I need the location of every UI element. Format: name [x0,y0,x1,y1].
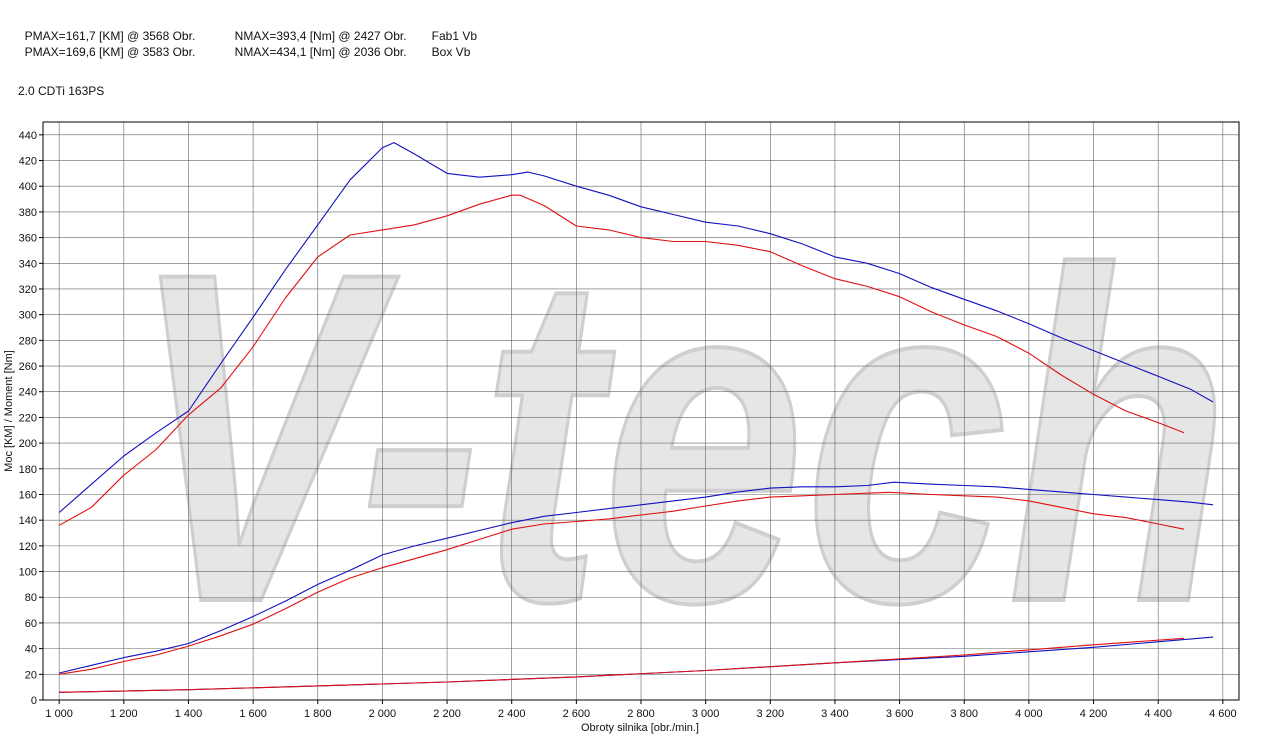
y-tick-label: 360 [19,233,37,245]
y-tick-label: 280 [19,335,37,347]
x-tick-label: 4 600 [1209,708,1237,720]
x-tick-label: 3 800 [950,708,978,720]
x-axis-label: Obroty silnika [obr./min.] [581,722,699,734]
y-tick-label: 200 [19,438,37,450]
y-tick-label: 140 [19,515,37,527]
x-tick-label: 2 800 [627,708,655,720]
y-tick-label: 300 [19,310,37,322]
watermark-logo: V-tech [128,173,1232,702]
y-axis-label: Moc [KM] / Moment [Nm] [3,350,15,472]
x-tick-label: 2 600 [563,708,591,720]
x-tick-label: 4 400 [1144,708,1172,720]
y-tick-label: 440 [19,130,37,142]
x-axis-ticks: 1 000 1 200 1 400 1 600 1 800 2 000 2 200 2 400… [45,700,1237,720]
y-tick-label: 420 [19,156,37,168]
x-tick-label: 3 200 [757,708,785,720]
x-tick-label: 1 200 [110,708,138,720]
watermark-text: V-tech [130,175,1230,700]
y-tick-label: 160 [19,489,37,501]
x-tick-label: 3 400 [821,708,849,720]
dyno-chart: V-tech 0 20 40 60 80 100 120 140 160 180 200 220 240… [3,121,1240,734]
y-tick-label: 240 [19,387,37,399]
x-tick-label: 3 000 [692,708,720,720]
y-axis-ticks: 0 20 40 60 80 100 120 140 160 180 200 220 240 260 280 3… [19,130,43,707]
y-tick-label: 100 [19,567,37,579]
y-tick-label: 380 [19,207,37,219]
y-tick-label: 80 [25,592,37,604]
x-tick-label: 4 200 [1080,708,1108,720]
x-tick-label: 1 800 [304,708,332,720]
x-tick-label: 1 400 [175,708,203,720]
x-tick-label: 3 600 [886,708,914,720]
x-tick-label: 2 200 [433,708,461,720]
y-tick-label: 340 [19,258,37,270]
y-tick-label: 180 [19,464,37,476]
y-tick-label: 20 [25,669,37,681]
y-tick-label: 0 [31,695,37,707]
y-tick-label: 60 [25,618,37,630]
x-tick-label: 1 600 [239,708,267,720]
y-tick-label: 120 [19,541,37,553]
y-tick-label: 400 [19,181,37,193]
x-tick-label: 4 000 [1015,708,1043,720]
y-tick-label: 260 [19,361,37,373]
x-tick-label: 1 000 [45,708,73,720]
y-tick-label: 220 [19,412,37,424]
y-tick-label: 320 [19,284,37,296]
x-tick-label: 2 000 [369,708,397,720]
y-tick-label: 40 [25,644,37,656]
x-tick-label: 2 400 [498,708,526,720]
